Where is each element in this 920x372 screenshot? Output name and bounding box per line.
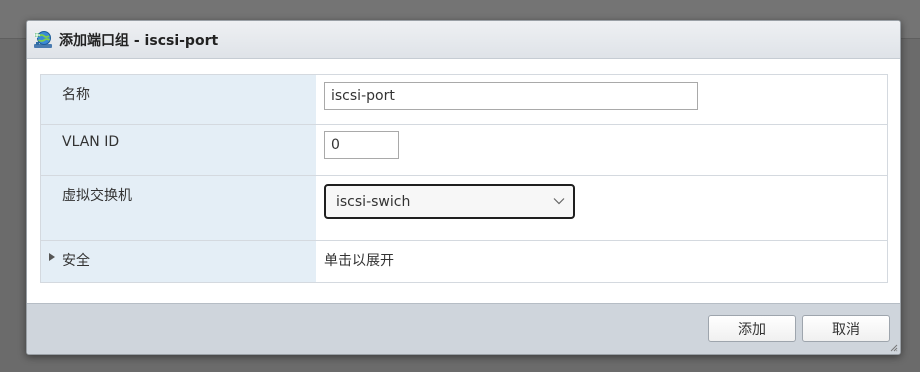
dialog-titlebar[interactable]: 添加端口组 - iscsi-port <box>27 21 900 59</box>
vswitch-select-value: iscsi-swich <box>336 193 411 210</box>
add-button[interactable]: 添加 <box>708 315 796 342</box>
dialog-content: 名称 VLAN ID 虚拟交换机 <box>27 59 900 303</box>
name-input[interactable] <box>324 82 698 110</box>
vswitch-label: 虚拟交换机 <box>62 188 132 204</box>
chevron-down-icon <box>553 198 565 205</box>
dialog-footer: 添加 取消 <box>27 303 900 354</box>
value-cell <box>316 75 887 124</box>
value-cell <box>316 125 887 175</box>
security-label[interactable]: 安全 <box>62 250 90 270</box>
dialog-title: 添加端口组 - iscsi-port <box>59 32 219 49</box>
vlan-id-label: VLAN ID <box>62 134 120 150</box>
security-expand-hint: 单击以展开 <box>324 253 394 269</box>
form-row-name: 名称 <box>41 75 887 125</box>
form-row-vswitch: 虚拟交换机 iscsi-swich <box>41 176 887 241</box>
label-cell: 名称 <box>41 75 316 124</box>
name-label: 名称 <box>62 87 90 103</box>
value-cell: iscsi-swich <box>316 176 887 240</box>
port-group-form: 名称 VLAN ID 虚拟交换机 <box>40 74 888 283</box>
form-row-vlan: VLAN ID <box>41 125 887 176</box>
add-port-group-dialog: 添加端口组 - iscsi-port 名称 VLAN ID <box>26 20 901 355</box>
label-cell: 虚拟交换机 <box>41 176 316 240</box>
vlan-id-input[interactable] <box>324 131 399 159</box>
cancel-button[interactable]: 取消 <box>802 315 890 342</box>
vswitch-select[interactable]: iscsi-swich <box>324 184 575 219</box>
label-cell: 安全 <box>41 241 316 282</box>
network-globe-icon <box>34 30 52 48</box>
value-cell: 单击以展开 <box>316 241 887 282</box>
form-row-security[interactable]: 安全 单击以展开 <box>41 241 887 282</box>
label-cell: VLAN ID <box>41 125 316 175</box>
expand-triangle-icon[interactable] <box>49 253 55 261</box>
resize-grip-icon[interactable] <box>890 344 898 352</box>
